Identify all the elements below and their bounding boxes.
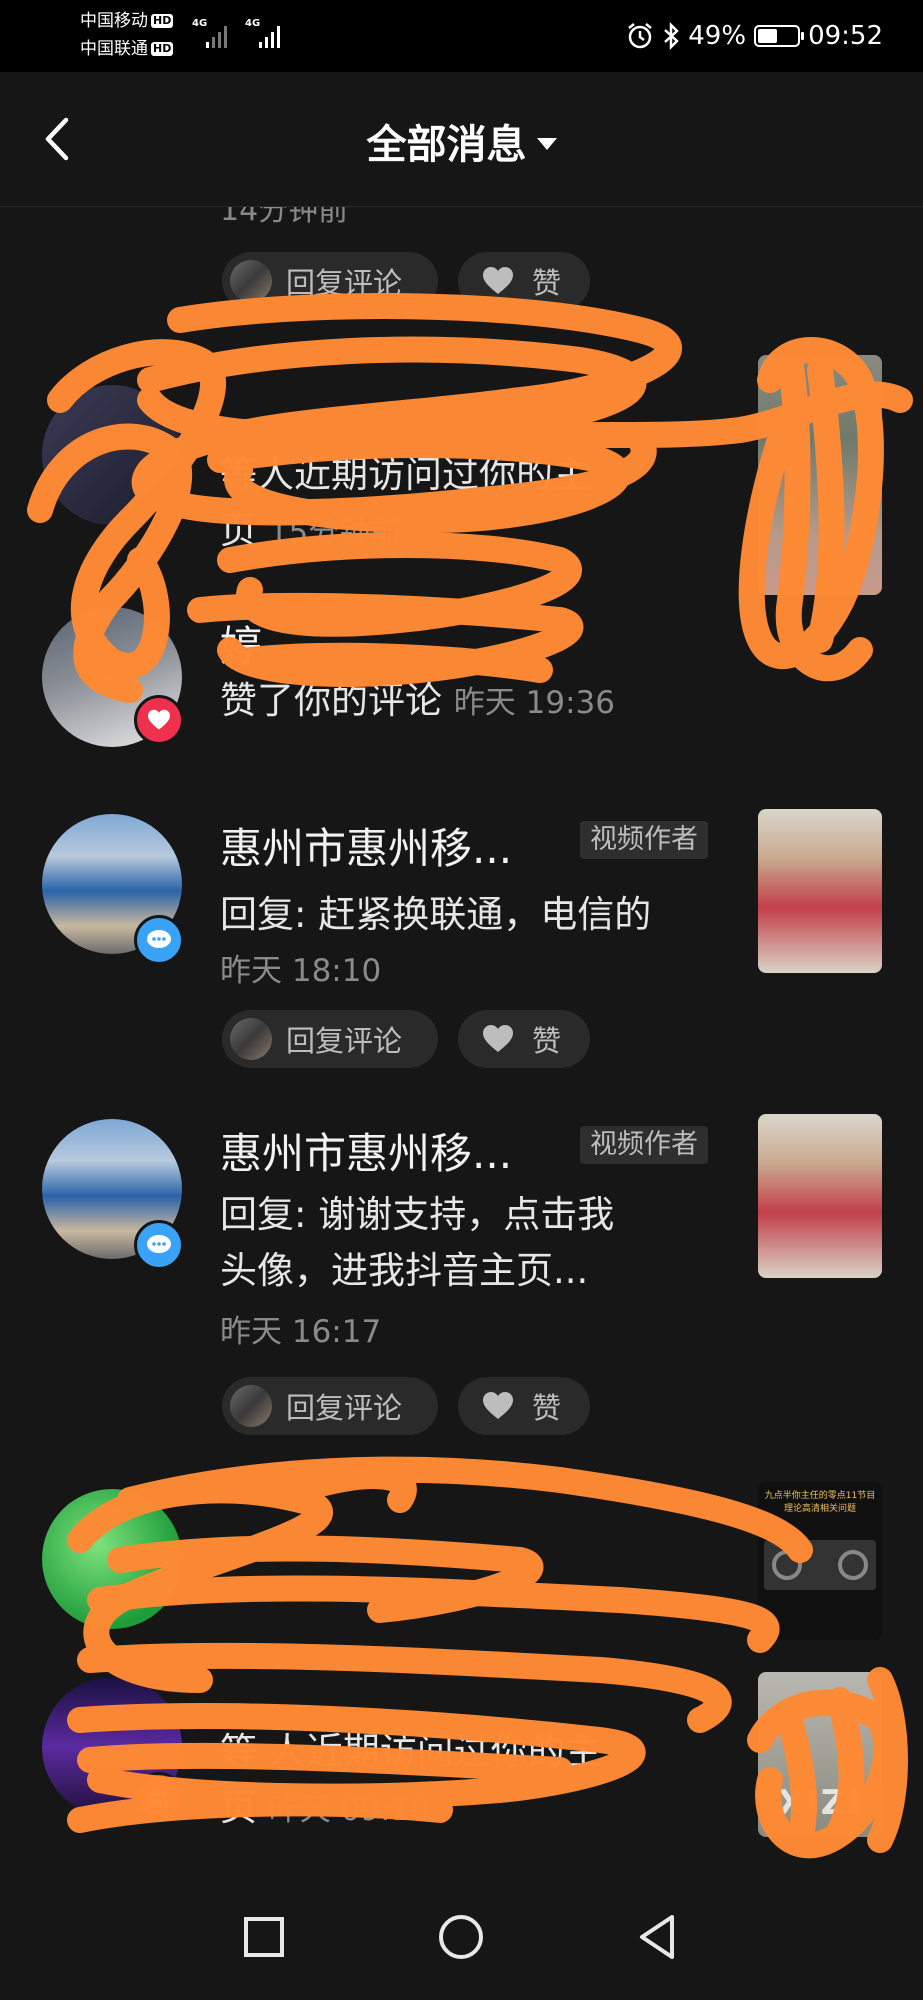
carrier-1: 中国移动 HD <box>80 11 174 31</box>
heart-icon <box>483 1392 513 1419</box>
heart-icon <box>483 1025 513 1052</box>
message-list[interactable]: 14分钟前 回复评论 赞 等人近期访问过你的主 页 15分钟前 婷 赞了你的评论… <box>0 207 923 1875</box>
user-name: 惠州市惠州移... <box>220 1129 513 1178</box>
battery-icon <box>754 25 805 47</box>
system-nav-bar <box>0 1875 923 2000</box>
user-name: 婷 <box>220 622 263 671</box>
recent-apps-button[interactable] <box>234 1907 294 1967</box>
header: 全部消息 <box>0 72 923 207</box>
timestamp: 昨天 16:17 <box>220 1314 382 1350</box>
heart-icon <box>483 267 513 294</box>
page-title: 全部消息 <box>366 122 527 168</box>
visit-text: 等人近期访问过你的主 页 15分钟前 <box>220 453 590 552</box>
radio-icon <box>764 1540 876 1590</box>
list-item[interactable]: 惠州市惠州移... 视频作者 回复: 赶紧换联通，电信的 昨天 18:10 回复… <box>0 807 923 1157</box>
page-title-dropdown[interactable]: 全部消息 <box>0 112 923 170</box>
reply-text: 回复: 谢谢支持，点击我 头像，进我抖音主页... <box>220 1193 615 1292</box>
clock: 09:52 <box>808 21 883 51</box>
reply-comment-button[interactable]: 回复评论 <box>222 1377 438 1435</box>
video-thumbnail[interactable] <box>758 355 882 595</box>
signal-2-icon: 4G <box>245 18 289 48</box>
visit-text: 等 人近期访问过你的主 页 昨天 09:10 <box>220 1730 602 1829</box>
timestamp: 昨天 18:10 <box>220 953 382 989</box>
author-tag: 视频作者 <box>580 821 708 859</box>
comment-badge-icon <box>134 1220 184 1270</box>
like-button[interactable]: 赞 <box>458 1010 590 1068</box>
partial-timestamp: 14分钟前 <box>220 207 349 228</box>
status-right: 49% 09:52 <box>626 18 883 54</box>
signal-1-icon: 4G <box>192 18 236 48</box>
like-label: 赞 <box>532 1024 562 1058</box>
avatar <box>42 1489 182 1629</box>
avatar <box>42 385 182 525</box>
video-thumbnail[interactable]: XIZI <box>758 1672 882 1837</box>
mini-thumbnail <box>230 1385 272 1427</box>
video-thumbnail[interactable] <box>758 809 882 973</box>
like-button[interactable]: 赞 <box>458 1377 590 1435</box>
reply-label: 回复评论 <box>286 1024 403 1058</box>
list-item[interactable]: 婷 赞了你的评论 昨天 19:36 <box>0 607 923 807</box>
watermark: XIZI <box>777 1783 863 1823</box>
back-nav-button[interactable] <box>628 1907 688 1967</box>
reply-label: 回复评论 <box>286 266 403 300</box>
thumbnail-caption: 九点半你主任的零点11节目 理论高清相关问题 <box>764 1491 876 1514</box>
like-badge-icon <box>134 695 184 745</box>
reply-text: 回复: 赶紧换联通，电信的 <box>220 893 652 936</box>
list-item[interactable]: 惠州市惠州移... 视频作者 回复: 谢谢支持，点击我 头像，进我抖音主页...… <box>0 1112 923 1512</box>
reply-comment-button[interactable]: 回复评论 <box>222 252 438 310</box>
mini-thumbnail <box>230 260 272 302</box>
user-name: 惠州市惠州移... <box>220 824 513 873</box>
alarm-icon <box>628 23 653 49</box>
triangle-back-icon <box>640 1915 674 1959</box>
carrier-2: 中国联通 HD <box>80 39 174 59</box>
author-tag: 视频作者 <box>580 1126 708 1164</box>
square-icon <box>244 1917 284 1957</box>
reply-label: 回复评论 <box>286 1391 403 1425</box>
mini-thumbnail <box>230 1018 272 1060</box>
video-thumbnail[interactable] <box>758 1114 882 1278</box>
comment-badge-icon <box>134 915 184 965</box>
reply-comment-button[interactable]: 回复评论 <box>222 1010 438 1068</box>
list-item[interactable]: 九点半你主任的零点11节目 理论高清相关问题 <box>0 1477 923 1677</box>
action-text: 赞了你的评论 昨天 19:36 <box>220 679 615 722</box>
home-button[interactable] <box>431 1907 491 1967</box>
video-thumbnail[interactable]: 九点半你主任的零点11节目 理论高清相关问题 <box>758 1482 882 1640</box>
list-item[interactable]: 等 人近期访问过你的主 页 昨天 09:10 XIZI <box>0 1672 923 1872</box>
battery-percent: 49% <box>688 21 747 51</box>
caret-down-icon <box>536 138 557 150</box>
bluetooth-icon <box>664 22 680 50</box>
like-label: 赞 <box>532 266 562 300</box>
visitors-badge-icon <box>134 1772 184 1822</box>
like-button[interactable]: 赞 <box>458 252 590 310</box>
circle-icon <box>439 1915 483 1959</box>
status-bar: 中国移动 HD 中国联通 HD 4G 4G 49% 09:52 <box>0 0 923 72</box>
like-label: 赞 <box>532 1391 562 1425</box>
